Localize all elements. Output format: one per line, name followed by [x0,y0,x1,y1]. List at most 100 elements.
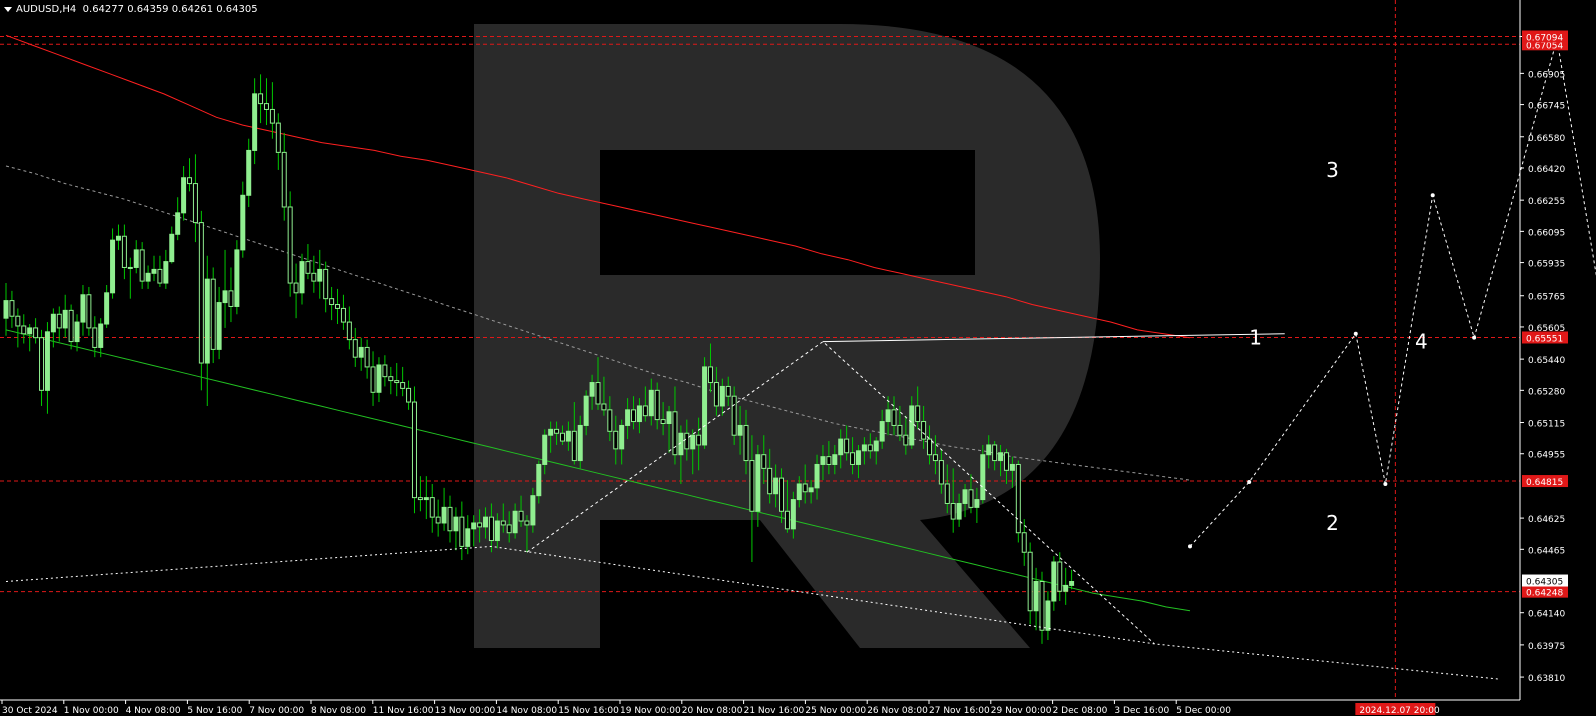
candle-body [435,516,441,524]
candle-body [850,452,856,465]
candle-body [175,212,181,235]
candle-body [471,522,477,530]
candle-body [861,444,867,452]
candle-body [613,430,619,450]
candle-body [151,268,157,274]
candle-body [802,483,808,493]
candle-body [483,516,489,528]
candle-body [826,456,832,465]
candle-body [672,411,678,456]
candle-body [921,421,927,440]
candle-body [299,261,305,294]
candle-body [1045,600,1051,631]
candle-body [761,454,767,469]
candle-body [1003,452,1009,471]
candle-body [494,520,500,542]
x-axis-label: 2 Dec 08:00 [1053,706,1108,716]
quote-values: 0.64277 0.64359 0.64261 0.64305 [82,4,258,15]
x-axis-label: 14 Nov 08:00 [496,706,557,716]
candle-body [382,364,388,378]
candle-body [636,405,642,423]
candle-body [767,467,773,495]
candle-body [216,302,222,350]
candle-body [329,298,335,306]
candle-body [867,444,873,452]
candle-body [127,266,133,269]
candle-body [565,430,571,442]
candle-body [340,307,346,323]
y-axis-label: 0.65280 [1528,387,1565,397]
dropdown-arrow-icon[interactable] [4,6,12,12]
candle-body [163,261,169,284]
wave-label: 4 [1415,330,1428,354]
wave-label: 1 [1249,326,1262,350]
y-axis-label: 0.64625 [1528,515,1565,525]
candle-body [938,460,944,485]
candle-body [666,411,672,425]
candle-body [317,268,323,282]
candle-body [198,222,204,364]
candle-body [642,405,648,417]
candle-body [885,409,891,423]
candle-body [181,177,187,214]
candle-body [121,235,127,268]
candle-body [429,497,435,518]
candle-body [932,454,938,462]
x-axis-label: 8 Nov 08:00 [311,706,366,716]
candle-body [625,409,631,426]
candle-body [62,309,68,329]
candle-body [980,454,986,501]
candle-body [1009,463,1015,471]
x-axis-label: 29 Nov 00:00 [991,706,1052,716]
candle-body [441,506,447,524]
candle-body [133,249,139,268]
candle-body [44,331,50,391]
candle-body [352,339,358,358]
candle-body [275,122,281,153]
candle-body [832,454,838,465]
candle-body [169,233,175,263]
candle-body [370,366,376,393]
candle-body [506,524,512,534]
x-axis-label: 25 Nov 00:00 [805,706,866,716]
y-axis-label: 0.66255 [1528,197,1565,207]
x-axis-label: 27 Nov 16:00 [929,706,990,716]
candle-body [86,294,92,329]
candle-body [702,366,708,446]
candle-body [104,292,110,325]
candle-body [500,520,506,526]
candle-body [974,499,980,508]
candle-body [1051,561,1057,602]
chart-window[interactable]: 1 2 3 4 0.67094 0.66905 0.66745 0.66580 0.66420… [0,0,1596,716]
candle-body [56,313,62,329]
candle-body [559,432,565,442]
candle-body [145,272,151,282]
x-axis-label: 3 Dec 16:00 [1114,706,1169,716]
candle-body [796,483,802,501]
candle-body [1063,584,1069,592]
y-axis-label: 0.66905 [1528,70,1565,80]
price-level-tag: 0.65551 [1526,334,1563,344]
y-axis-label: 0.66095 [1528,228,1565,238]
candle-body [234,249,240,307]
candle-body [68,309,74,343]
candle-body [707,366,713,384]
candle-body [784,510,790,530]
candle-body [228,290,234,307]
candle-body [269,108,275,124]
forecast-point [1430,193,1435,198]
candle-body [998,452,1004,462]
candle-body [820,456,826,465]
x-axis-label: 5 Dec 00:00 [1176,706,1231,716]
candle-body [779,477,785,512]
price-level-tag: 0.67094 [1526,34,1563,44]
price-chart[interactable]: 1 2 3 4 0.67094 0.66905 0.66745 0.66580 0.66420… [0,0,1596,716]
forecast-point [1383,481,1388,486]
y-axis-label: 0.63975 [1528,642,1565,652]
candle-body [358,346,364,358]
candle-body [577,424,583,462]
y-axis-label: 0.65115 [1528,420,1565,430]
candle-body [879,421,885,442]
y-axis-label: 0.66580 [1528,134,1565,144]
candle-body [21,325,27,335]
